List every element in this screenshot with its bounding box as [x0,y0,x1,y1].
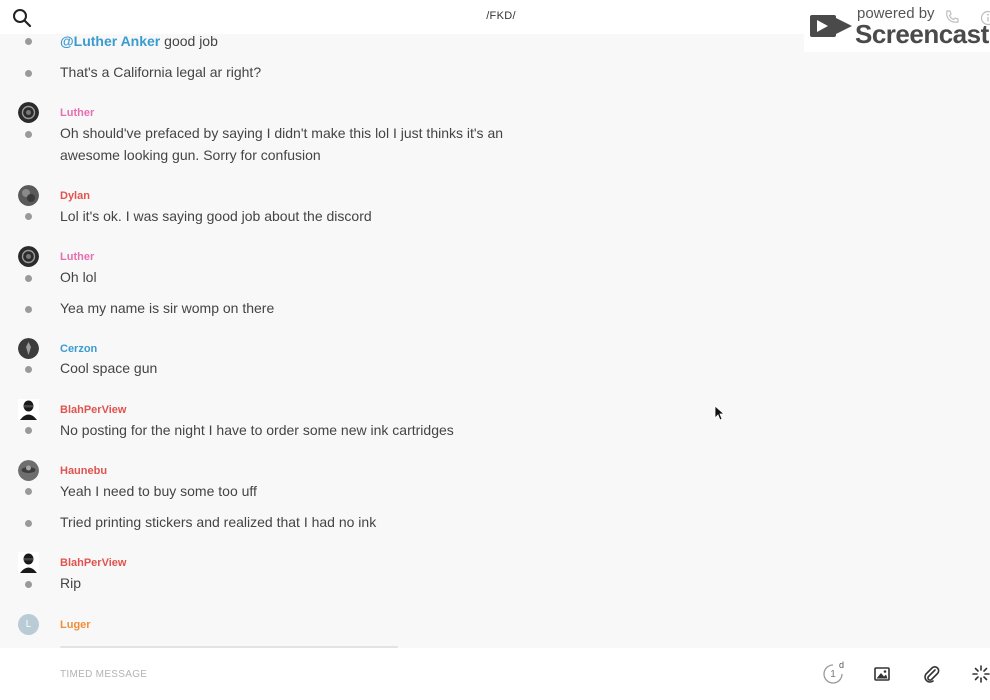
avatar[interactable]: L [18,614,39,635]
message-dot [25,488,32,495]
message-text: Lol it's ok. I was saying good job about… [60,208,372,224]
message-dot [25,275,32,282]
avatar[interactable] [18,460,39,481]
timer-button[interactable]: 1 d [822,660,845,685]
message-text: Yeah I need to buy some too uff [60,483,257,499]
message-dot [25,213,32,220]
message-text: awesome looking gun. Sorry for confusion [60,147,321,163]
more-options-button[interactable] [970,663,990,685]
image-button[interactable] [871,663,893,685]
avatar[interactable] [18,185,39,206]
sender-name[interactable]: BlahPerView [60,404,126,416]
paperclip-icon [924,666,940,683]
message-text-rest: good job [160,34,218,49]
message-text: Rip [60,575,82,591]
message-dot [25,131,32,138]
attach-button[interactable] [920,663,942,685]
message-dot [25,366,32,373]
message-input[interactable] [60,662,760,686]
message-text: @Luther Anker good job [60,34,218,53]
message-dot [25,427,32,434]
sender-name[interactable]: BlahPerView [60,557,126,569]
timer-unit: d [839,660,845,670]
composer-bar: 1 d [0,648,990,700]
sender-name[interactable]: Cerzon [60,343,97,355]
message-text: That's a California legal ar right? [60,64,262,80]
message-dot [25,520,32,527]
message-text: No posting for the night I have to order… [60,422,454,438]
message-text: Cool space gun [60,360,158,376]
message-text: Oh should've prefaced by saying I didn't… [60,125,504,141]
image-icon [874,667,890,681]
sender-name[interactable]: Luger [60,619,91,631]
timer-count: 1 [830,669,836,680]
phone-icon[interactable] [944,9,960,25]
sender-name[interactable]: Luther [60,251,94,263]
sparkle-icon [972,665,990,683]
message-text: Oh lol [60,269,97,285]
mouse-cursor-icon [714,405,724,421]
message-dot [25,38,32,45]
sender-name[interactable]: Haunebu [60,465,107,477]
avatar[interactable] [18,338,39,359]
message-dot [25,581,32,588]
avatar[interactable] [18,399,39,420]
info-icon[interactable] [980,10,990,26]
message-text: Tried printing stickers and realized tha… [60,514,377,530]
avatar[interactable] [18,246,39,267]
message-dot [25,70,32,77]
message-text: Yea my name is sir womp on there [60,300,275,316]
avatar[interactable] [18,102,39,123]
avatar[interactable] [18,552,39,573]
message-list[interactable]: @Luther Anker good job That's a Californ… [0,34,990,648]
mention-link[interactable]: @Luther Anker [60,34,160,49]
sender-name[interactable]: Dylan [60,190,90,202]
sender-name[interactable]: Luther [60,107,94,119]
message-dot [25,306,32,313]
